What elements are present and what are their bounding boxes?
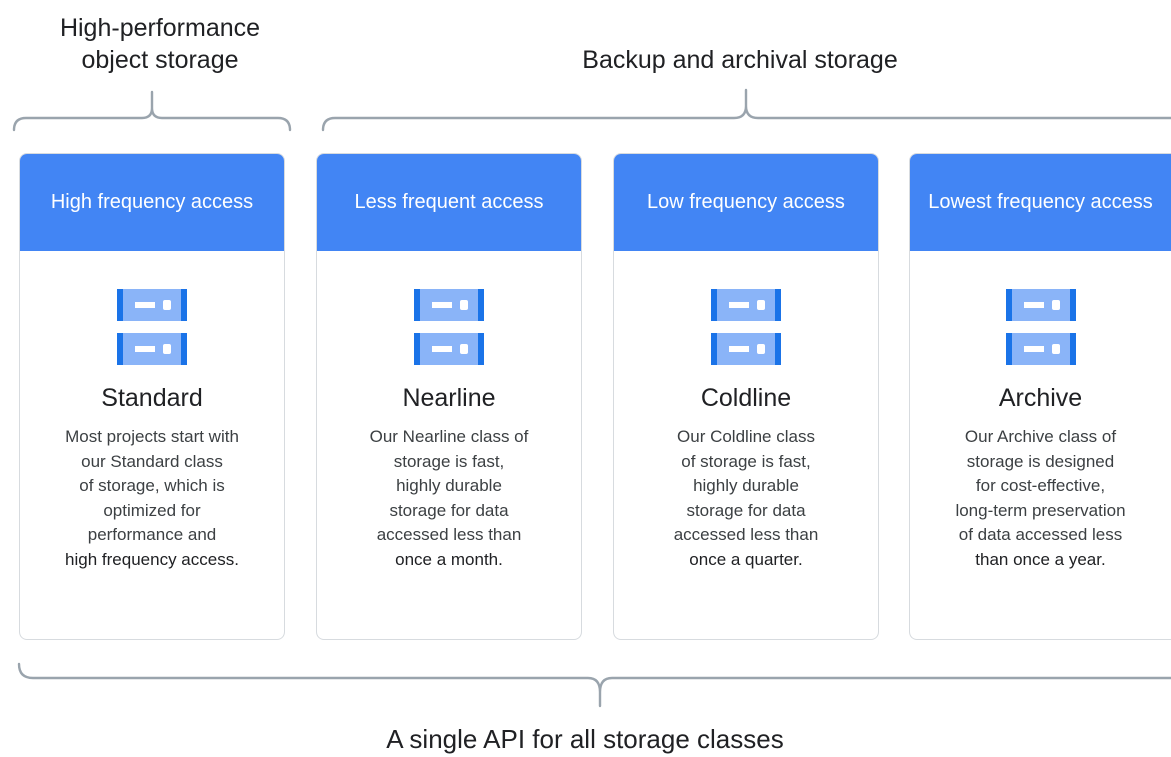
description-line: long-term preservation bbox=[955, 500, 1126, 520]
description-line: accessed less than bbox=[673, 525, 819, 544]
storage-card-archive: Lowest frequency access Archive Our Arch… bbox=[909, 153, 1171, 640]
description-line: Our Coldline class bbox=[677, 427, 815, 446]
storage-class-title: Standard bbox=[101, 384, 203, 412]
description-line: Our Archive class of bbox=[964, 427, 1117, 446]
server-stack-icon bbox=[711, 289, 781, 365]
server-stack-icon bbox=[1005, 289, 1076, 365]
description-line: accessed less than bbox=[376, 525, 522, 544]
card-header: Low frequency access bbox=[614, 154, 878, 251]
bracket-bottom bbox=[17, 662, 1171, 708]
description-line: high frequency access. bbox=[65, 549, 239, 569]
storage-class-title: Coldline bbox=[700, 384, 792, 412]
card-header: High frequency access bbox=[20, 154, 284, 251]
description-line: storage is fast, bbox=[393, 451, 505, 471]
description-line: of data accessed less bbox=[958, 525, 1123, 544]
description-line: Our Nearline class of bbox=[369, 427, 529, 446]
storage-class-description: Our Archive class of storage is designed… bbox=[921, 425, 1161, 572]
storage-card-coldline: Low frequency access Coldline Our Coldli… bbox=[613, 153, 879, 640]
storage-class-description: Our Nearline class of storage is fast, h… bbox=[329, 425, 569, 572]
description-line: storage is designed bbox=[966, 451, 1115, 471]
server-stack-icon bbox=[117, 289, 187, 365]
card-header: Lowest frequency access bbox=[910, 154, 1171, 251]
bracket-right-top bbox=[321, 88, 1171, 132]
description-line: highly durable bbox=[396, 476, 502, 495]
description-line: our Standard class bbox=[81, 451, 223, 471]
server-stack-icon bbox=[414, 289, 484, 365]
description-line: storage for data bbox=[389, 500, 509, 520]
description-line: optimized for bbox=[103, 500, 201, 520]
storage-class-title: Archive bbox=[998, 384, 1083, 412]
description-line: than once a year. bbox=[975, 549, 1106, 569]
bracket-left-top bbox=[12, 90, 292, 132]
single-api-label: A single API for all storage classes bbox=[386, 724, 784, 754]
description-line: once a quarter. bbox=[689, 549, 803, 569]
description-line: of storage, which is bbox=[79, 476, 225, 495]
storage-class-description: Our Coldline class of storage is fast, h… bbox=[626, 425, 866, 572]
card-header: Less frequent access bbox=[317, 154, 581, 251]
description-line: storage for data bbox=[686, 500, 806, 520]
description-line: Most projects start with bbox=[65, 427, 239, 446]
description-line: highly durable bbox=[693, 476, 799, 495]
storage-card-nearline: Less frequent access Nearline Our Nearli… bbox=[316, 153, 582, 640]
storage-class-description: Most projects start with our Standard cl… bbox=[32, 425, 272, 572]
description-line: performance and bbox=[87, 525, 217, 544]
storage-card-standard: High frequency access Standard Most proj… bbox=[19, 153, 285, 640]
description-line: once a month. bbox=[395, 549, 503, 569]
description-line: of storage is fast, bbox=[681, 451, 811, 471]
description-line: for cost-effective, bbox=[975, 476, 1106, 495]
storage-class-title: Nearline bbox=[402, 384, 496, 412]
